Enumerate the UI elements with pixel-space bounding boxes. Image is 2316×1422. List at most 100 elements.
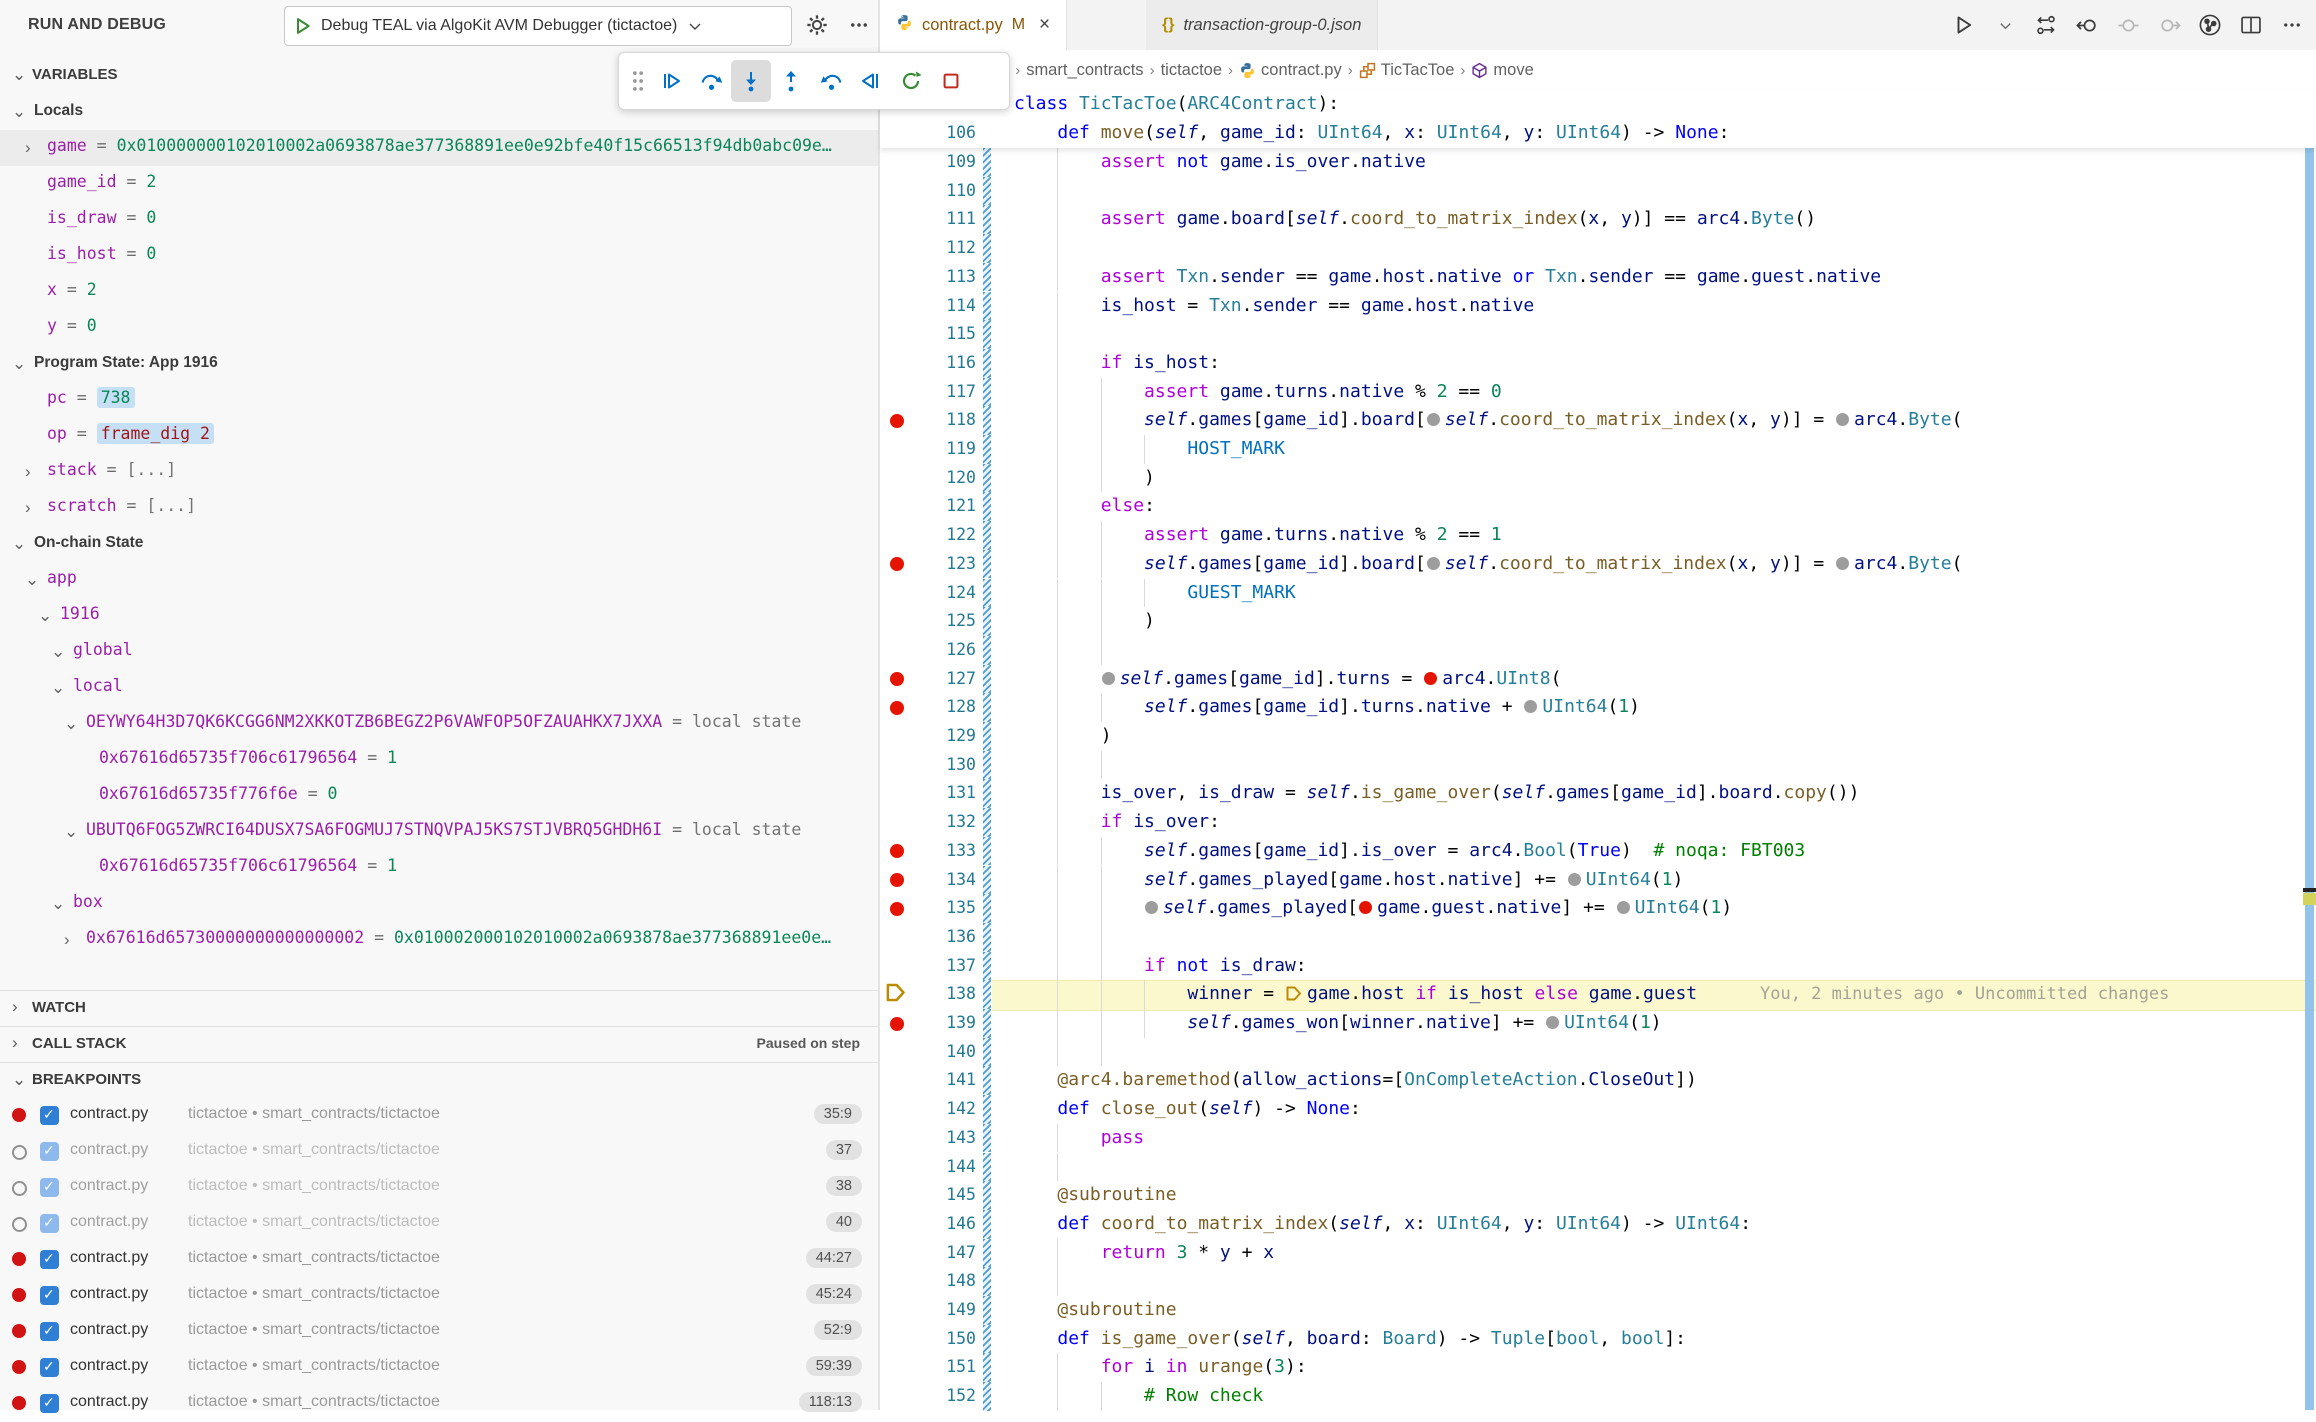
line-number[interactable]: 117	[880, 378, 976, 407]
current-change-icon[interactable]	[2112, 9, 2144, 41]
line-number[interactable]: 110	[880, 177, 976, 206]
line-number[interactable]: 143	[880, 1124, 976, 1153]
call-stack-section-header[interactable]: › CALL STACK Paused on step	[0, 1026, 878, 1061]
line-number[interactable]: 122	[880, 521, 976, 550]
breakpoint-row[interactable]: contract.pytictactoe • smart_contracts/t…	[0, 1350, 878, 1386]
code-line-152[interactable]: 152 # Row check	[880, 1382, 2316, 1411]
line-number[interactable]: 125	[880, 607, 976, 636]
line-number[interactable]: 142	[880, 1095, 976, 1124]
code-line-116[interactable]: 116 if is_host:	[880, 349, 2316, 378]
code-line-122[interactable]: 122 assert game.turns.native % 2 == 1	[880, 521, 2316, 550]
breakpoint-row[interactable]: contract.pytictactoe • smart_contracts/t…	[0, 1206, 878, 1242]
code-line-106[interactable]: 106 def move(self, game_id: UInt64, x: U…	[880, 119, 2316, 148]
code-line-143[interactable]: 143 pass	[880, 1124, 2316, 1153]
more-actions-icon[interactable]	[844, 10, 874, 40]
overview-ruler-modified-strip[interactable]	[2305, 92, 2314, 1410]
chevron-down-icon[interactable]: ⌄	[12, 102, 26, 122]
line-number[interactable]: 124	[880, 579, 976, 608]
inline-breakpoint-icon[interactable]	[1424, 672, 1437, 685]
code-line-147[interactable]: 147 return 3 * y + x	[880, 1239, 2316, 1268]
line-number[interactable]: 149	[880, 1296, 976, 1325]
variable-row[interactable]: op = frame_dig 2	[0, 418, 878, 454]
inline-step-target-icon[interactable]	[1145, 901, 1158, 914]
chevron-down-icon[interactable]: ⌄	[25, 570, 39, 590]
code-line-134[interactable]: 134 self.games_played[game.host.native] …	[880, 866, 2316, 895]
line-number[interactable]: 136	[880, 923, 976, 952]
chevron-right-icon[interactable]: ›	[64, 930, 70, 950]
breakpoint-checkbox[interactable]	[40, 1394, 59, 1413]
variable-row[interactable]: game_id = 2	[0, 166, 878, 202]
variable-row[interactable]: ⌄UBUTQ6FOG5ZWRCI64DUSX7SA6FOGMUJ7STNQVPA…	[0, 814, 878, 850]
sync-changes-icon[interactable]	[2030, 9, 2062, 41]
code-line-113[interactable]: 113 assert Txn.sender == game.host.nativ…	[880, 263, 2316, 292]
breakpoint-row[interactable]: contract.pytictactoe • smart_contracts/t…	[0, 1242, 878, 1278]
chevron-right-icon[interactable]: ›	[25, 138, 31, 158]
inline-step-target-icon[interactable]	[1102, 672, 1115, 685]
reverse-continue-button[interactable]	[851, 60, 891, 102]
code-line-142[interactable]: 142 def close_out(self) -> None:	[880, 1095, 2316, 1124]
breakpoint-dot-icon[interactable]	[890, 672, 904, 686]
breakpoint-dot-icon[interactable]	[890, 701, 904, 715]
code-line-117[interactable]: 117 assert game.turns.native % 2 == 0	[880, 378, 2316, 407]
code-line-135[interactable]: 135 self.games_played[game.guest.native]…	[880, 894, 2316, 923]
breakpoint-dot-icon[interactable]	[890, 414, 904, 428]
line-number[interactable]: 116	[880, 349, 976, 378]
line-number[interactable]: 146	[880, 1210, 976, 1239]
breakpoint-row[interactable]: contract.pytictactoe • smart_contracts/t…	[0, 1314, 878, 1350]
code-line-118[interactable]: 118 self.games[game_id].board[self.coord…	[880, 406, 2316, 435]
code-line-112[interactable]: 112	[880, 234, 2316, 263]
chevron-right-icon[interactable]: ›	[25, 462, 31, 482]
code-line-33[interactable]: 33class TicTacToe(ARC4Contract):	[880, 90, 2316, 119]
line-number[interactable]: 141	[880, 1066, 976, 1095]
variable-row[interactable]: is_draw = 0	[0, 202, 878, 238]
breadcrumb-item-move[interactable]: move	[1471, 61, 1533, 80]
line-number[interactable]: 113	[880, 263, 976, 292]
restart-button[interactable]	[891, 60, 931, 102]
breakpoint-checkbox[interactable]	[40, 1250, 59, 1269]
line-number[interactable]: 119	[880, 435, 976, 464]
line-number[interactable]: 120	[880, 464, 976, 493]
line-number[interactable]: 151	[880, 1353, 976, 1382]
breakpoint-row[interactable]: contract.pytictactoe • smart_contracts/t…	[0, 1170, 878, 1206]
breakpoint-row[interactable]: contract.pytictactoe • smart_contracts/t…	[0, 1134, 878, 1170]
variable-row[interactable]: x = 2	[0, 274, 878, 310]
breakpoint-row[interactable]: contract.pytictactoe • smart_contracts/t…	[0, 1098, 878, 1134]
code-line-131[interactable]: 131 is_over, is_draw = self.is_game_over…	[880, 779, 2316, 808]
code-line-141[interactable]: 141 @arc4.baremethod(allow_actions=[OnCo…	[880, 1066, 2316, 1095]
inline-step-target-icon[interactable]	[1836, 413, 1849, 426]
breakpoint-checkbox[interactable]	[40, 1106, 59, 1125]
line-number[interactable]: 112	[880, 234, 976, 263]
variables-group-row[interactable]: ⌄Program State: App 1916	[0, 346, 878, 382]
line-number[interactable]: 109	[880, 148, 976, 177]
more-actions-icon[interactable]	[2276, 9, 2308, 41]
gear-icon[interactable]	[802, 10, 832, 40]
variable-row[interactable]: ⌄OEYWY64H3D7QK6KCGG6NM2XKKOTZB6BEGZ2P6VA…	[0, 706, 878, 742]
code-line-114[interactable]: 114 is_host = Txn.sender == game.host.na…	[880, 292, 2316, 321]
code-line-121[interactable]: 121 else:	[880, 492, 2316, 521]
line-number[interactable]: 144	[880, 1153, 976, 1182]
line-number[interactable]: 115	[880, 320, 976, 349]
code-line-126[interactable]: 126	[880, 636, 2316, 665]
inline-step-target-icon[interactable]	[1546, 1016, 1559, 1029]
chevron-down-icon[interactable]: ⌄	[51, 894, 65, 914]
code-line-130[interactable]: 130	[880, 751, 2316, 780]
code-line-144[interactable]: 144	[880, 1153, 2316, 1182]
code-line-149[interactable]: 149 @subroutine	[880, 1296, 2316, 1325]
code-line-109[interactable]: 109 assert not game.is_over.native	[880, 148, 2316, 177]
chevron-right-icon[interactable]: ›	[25, 498, 31, 518]
step-back-button[interactable]	[811, 60, 851, 102]
tab-transaction-group-json[interactable]: {} transaction-group-0.json	[1146, 0, 1378, 50]
tab-contract-py[interactable]: contract.py M ×	[880, 0, 1067, 50]
step-into-button[interactable]	[731, 60, 771, 102]
code-line-148[interactable]: 148	[880, 1267, 2316, 1296]
chevron-down-icon[interactable]: ⌄	[51, 678, 65, 698]
breadcrumb-item-tictactoe[interactable]: TicTacToe	[1359, 61, 1455, 80]
variable-row[interactable]: ›scratch = [...]	[0, 490, 878, 526]
variable-row[interactable]: ⌄local	[0, 670, 878, 706]
breakpoint-checkbox[interactable]	[40, 1142, 59, 1161]
line-number[interactable]: 114	[880, 292, 976, 321]
breakpoint-dot-icon[interactable]	[890, 902, 904, 916]
code-line-151[interactable]: 151 for i in urange(3):	[880, 1353, 2316, 1382]
chevron-down-icon[interactable]: ⌄	[12, 534, 26, 554]
variable-row[interactable]: ⌄1916	[0, 598, 878, 634]
